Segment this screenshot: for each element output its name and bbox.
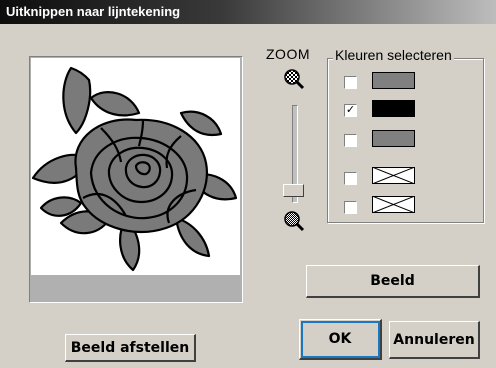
cancel-button[interactable]: Annuleren [389, 321, 480, 359]
color-swatch-empty-5 [372, 196, 415, 213]
color-swatch-1 [372, 72, 415, 89]
color-checkbox-1[interactable] [344, 76, 357, 89]
window-title: Uitknippen naar lijntekening [6, 4, 181, 19]
color-checkbox-5[interactable] [344, 201, 357, 214]
color-checkbox-4[interactable] [344, 172, 357, 185]
zoom-slider-thumb[interactable] [283, 184, 304, 197]
color-select-label: Kleuren selecteren [333, 47, 454, 63]
color-checkbox-3[interactable] [344, 134, 357, 147]
view-button[interactable]: Beeld [306, 265, 480, 298]
preview-canvas [31, 58, 240, 275]
zoom-out-icon[interactable] [283, 210, 305, 232]
color-checkbox-2[interactable]: ✓ [344, 104, 357, 117]
color-swatch-2 [372, 100, 415, 117]
zoom-label: ZOOM [266, 46, 310, 62]
color-swatch-empty-4 [372, 167, 415, 184]
zoom-in-icon[interactable] [283, 68, 305, 90]
adjust-view-button[interactable]: Beeld afstellen [65, 334, 196, 362]
rose-image [31, 66, 238, 272]
title-bar: Uitknippen naar lijntekening [0, 0, 496, 24]
color-swatch-3 [372, 130, 415, 147]
preview-frame [29, 56, 243, 303]
ok-button[interactable]: OK [299, 319, 382, 360]
